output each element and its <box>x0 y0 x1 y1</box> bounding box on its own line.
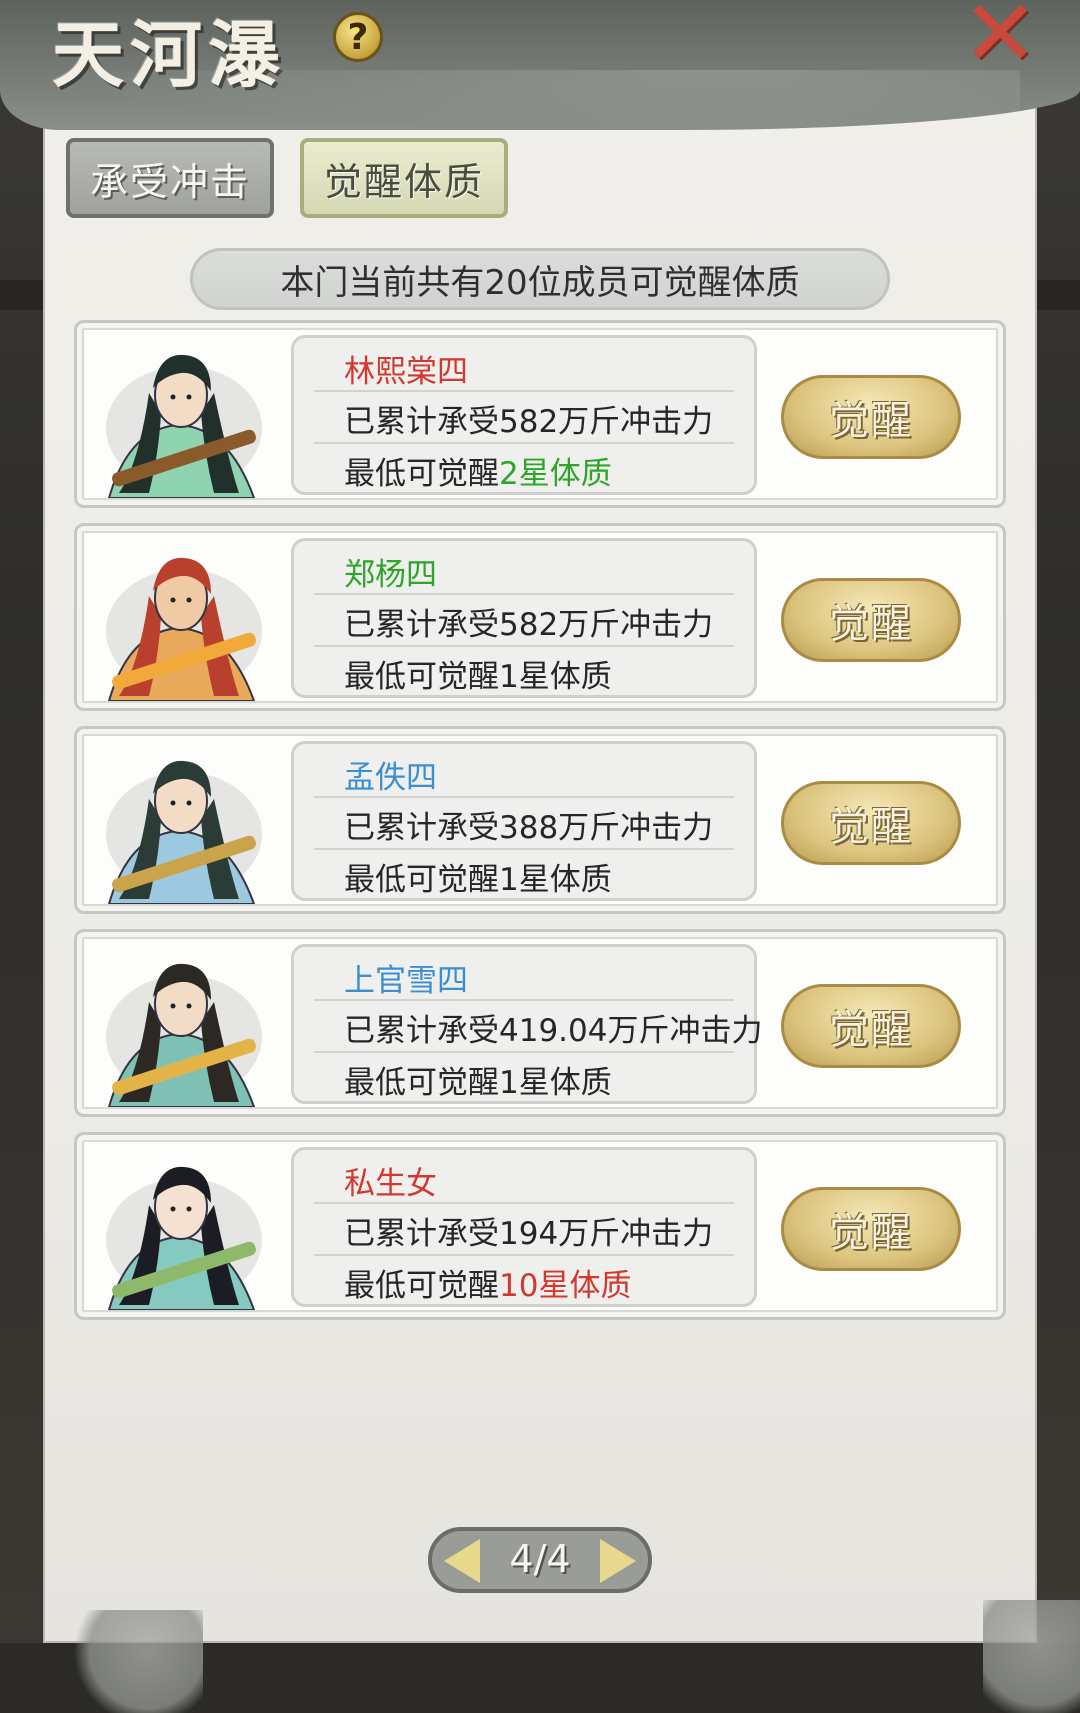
member-portrait <box>106 760 262 904</box>
impact-suffix: 冲击力 <box>620 1216 714 1252</box>
member-info-box: 上官雪四 已累计承受419.04万斤冲击力 最低可觉醒1星体质 <box>291 944 762 1104</box>
next-page-icon[interactable] <box>600 1539 636 1583</box>
member-info-box: 林熙棠四 已累计承受582万斤冲击力 最低可觉醒2星体质 <box>291 335 757 495</box>
min-awaken-text: 最低可觉醒10星体质 <box>344 1260 631 1305</box>
min-awaken-text: 最低可觉醒1星体质 <box>344 854 612 899</box>
member-info-box: 孟佚四 已累计承受388万斤冲击力 最低可觉醒1星体质 <box>291 741 757 901</box>
cloud-decoration <box>63 1610 203 1713</box>
member-card: 私生女 已累计承受194万斤冲击力 最低可觉醒10星体质 觉醒 <box>74 1132 1006 1320</box>
member-card: 郑杨四 已累计承受582万斤冲击力 最低可觉醒1星体质 觉醒 <box>74 523 1006 711</box>
impact-value: 419.04万斤 <box>499 1013 670 1049</box>
min-awaken-value: 1星体质 <box>499 659 612 695</box>
divider <box>314 1051 734 1053</box>
member-name: 孟佚四 <box>344 760 437 796</box>
member-card: 上官雪四 已累计承受419.04万斤冲击力 最低可觉醒1星体质 觉醒 <box>74 929 1006 1117</box>
member-name: 林熙棠四 <box>344 354 468 390</box>
impact-value: 194万斤 <box>499 1216 621 1252</box>
impact-suffix: 冲击力 <box>620 404 714 440</box>
awaken-button[interactable]: 觉醒 <box>781 781 961 865</box>
divider <box>314 1202 734 1204</box>
impact-prefix: 已累计承受 <box>344 1013 499 1049</box>
member-name: 郑杨四 <box>344 557 437 593</box>
impact-prefix: 已累计承受 <box>344 810 499 846</box>
impact-suffix: 冲击力 <box>620 607 714 643</box>
min-awaken-prefix: 最低可觉醒 <box>344 1065 499 1101</box>
impact-prefix: 已累计承受 <box>344 607 499 643</box>
member-count-summary: 本门当前共有20位成员可觉醒体质 <box>190 248 890 310</box>
impact-total-text: 已累计承受582万斤冲击力 <box>344 599 713 644</box>
divider <box>314 999 734 1001</box>
page-title: 天河瀑 <box>52 12 287 97</box>
member-portrait <box>106 1166 262 1310</box>
divider <box>314 1254 734 1256</box>
pagination: 4/4 <box>428 1527 652 1593</box>
member-portrait <box>106 963 262 1107</box>
impact-total-text: 已累计承受388万斤冲击力 <box>344 802 713 847</box>
close-icon[interactable]: ✕ <box>960 0 1040 80</box>
awaken-button[interactable]: 觉醒 <box>781 1187 961 1271</box>
cloud-decoration <box>983 1600 1080 1713</box>
member-name: 私生女 <box>344 1166 437 1202</box>
impact-value: 582万斤 <box>499 404 621 440</box>
divider <box>314 848 734 850</box>
impact-prefix: 已累计承受 <box>344 404 499 440</box>
min-awaken-text: 最低可觉醒1星体质 <box>344 651 612 696</box>
min-awaken-value: 1星体质 <box>499 862 612 898</box>
min-awaken-prefix: 最低可觉醒 <box>344 1268 499 1304</box>
member-portrait <box>106 557 262 701</box>
impact-value: 582万斤 <box>499 607 621 643</box>
tab-bear-impact[interactable]: 承受冲击 <box>66 138 274 218</box>
min-awaken-prefix: 最低可觉醒 <box>344 862 499 898</box>
impact-total-text: 已累计承受582万斤冲击力 <box>344 396 713 441</box>
member-card: 孟佚四 已累计承受388万斤冲击力 最低可觉醒1星体质 觉醒 <box>74 726 1006 914</box>
divider <box>314 645 734 647</box>
min-awaken-prefix: 最低可觉醒 <box>344 659 499 695</box>
divider <box>314 442 734 444</box>
min-awaken-text: 最低可觉醒1星体质 <box>344 1057 612 1102</box>
member-info-box: 郑杨四 已累计承受582万斤冲击力 最低可觉醒1星体质 <box>291 538 757 698</box>
min-awaken-value: 10星体质 <box>499 1268 632 1304</box>
awaken-button[interactable]: 觉醒 <box>781 578 961 662</box>
header-banner: 天河瀑 ? ✕ <box>0 0 1080 130</box>
member-card: 林熙棠四 已累计承受582万斤冲击力 最低可觉醒2星体质 觉醒 <box>74 320 1006 508</box>
impact-total-text: 已累计承受419.04万斤冲击力 <box>344 1005 762 1050</box>
min-awaken-prefix: 最低可觉醒 <box>344 456 499 492</box>
awaken-button[interactable]: 觉醒 <box>781 375 961 459</box>
tab-awaken-constitution[interactable]: 觉醒体质 <box>300 138 508 218</box>
impact-prefix: 已累计承受 <box>344 1216 499 1252</box>
divider <box>314 796 734 798</box>
min-awaken-value: 1星体质 <box>499 1065 612 1101</box>
member-portrait <box>106 354 262 498</box>
divider <box>314 593 734 595</box>
divider <box>314 390 734 392</box>
member-info-box: 私生女 已累计承受194万斤冲击力 最低可觉醒10星体质 <box>291 1147 757 1307</box>
impact-suffix: 冲击力 <box>620 810 714 846</box>
impact-suffix: 冲击力 <box>669 1013 763 1049</box>
min-awaken-text: 最低可觉醒2星体质 <box>344 448 612 493</box>
member-name: 上官雪四 <box>344 963 468 999</box>
awaken-button[interactable]: 觉醒 <box>781 984 961 1068</box>
impact-value: 388万斤 <box>499 810 621 846</box>
help-icon[interactable]: ? <box>333 12 383 62</box>
impact-total-text: 已累计承受194万斤冲击力 <box>344 1208 713 1253</box>
min-awaken-value: 2星体质 <box>499 456 612 492</box>
